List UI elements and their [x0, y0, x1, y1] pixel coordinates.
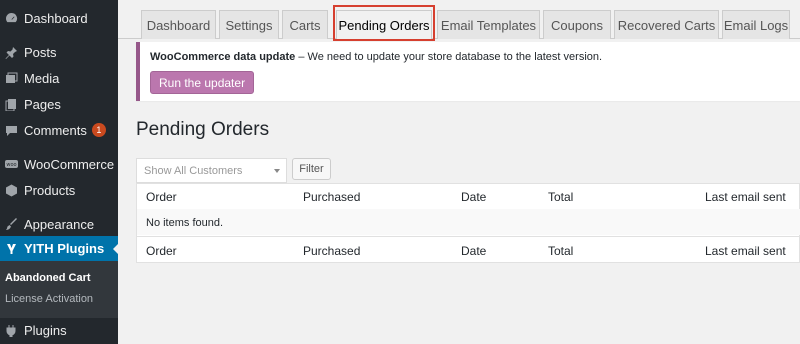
- media-icon: [5, 72, 18, 85]
- menu-label: Media: [24, 70, 60, 86]
- run-updater-button[interactable]: Run the updater: [150, 71, 255, 94]
- nav-tabs: Dashboard Settings Carts Pending Orders …: [118, 0, 800, 40]
- comment-count-badge: 1: [91, 123, 106, 137]
- menu-label: WooCommerce: [24, 156, 115, 172]
- menu-label: Posts: [24, 44, 57, 60]
- comment-icon: [5, 124, 18, 137]
- menu-item-dashboard[interactable]: Dashboard: [0, 5, 118, 31]
- submenu-item-abandoned-cart[interactable]: Abandoned Cart: [5, 272, 91, 284]
- yith-submenu: [0, 261, 118, 318]
- column-header-order[interactable]: Order: [146, 190, 177, 204]
- menu-label: Appearance: [24, 216, 95, 232]
- menu-item-comments[interactable]: Comments 1: [0, 117, 118, 143]
- menu-item-yith-plugins[interactable]: YITH Plugins: [0, 236, 118, 261]
- column-header-total[interactable]: Total: [548, 190, 573, 204]
- menu-item-appearance[interactable]: Appearance: [0, 211, 118, 237]
- tab-coupons[interactable]: Coupons: [543, 10, 611, 39]
- submenu-item-license-activation[interactable]: License Activation: [5, 293, 93, 305]
- column-footer-last-email-sent[interactable]: Last email sent: [705, 244, 786, 258]
- update-notice: WooCommerce data update – We need to upd…: [136, 42, 800, 101]
- menu-item-pages[interactable]: Pages: [0, 91, 118, 117]
- tab-settings[interactable]: Settings: [219, 10, 279, 39]
- column-footer-purchased[interactable]: Purchased: [303, 244, 360, 258]
- menu-item-posts[interactable]: Posts: [0, 39, 118, 65]
- menu-item-plugins[interactable]: Plugins: [0, 317, 118, 343]
- column-footer-date[interactable]: Date: [461, 244, 486, 258]
- page-title: Pending Orders: [136, 119, 270, 140]
- column-header-last-email-sent[interactable]: Last email sent: [705, 190, 786, 204]
- notice-text: – We need to update your store database …: [295, 51, 603, 63]
- orders-table: Order Purchased Date Total Last email se…: [136, 183, 800, 263]
- table-row: [137, 209, 800, 235]
- empty-message: No items found.: [146, 217, 224, 229]
- menu-label: Comments: [24, 122, 87, 138]
- tab-email-logs[interactable]: Email Logs: [722, 10, 790, 39]
- plug-icon: [5, 324, 18, 337]
- box-icon: [5, 184, 18, 197]
- filter-button[interactable]: Filter: [292, 158, 331, 180]
- menu-label: YITH Plugins: [24, 241, 105, 256]
- svg-text:woo: woo: [6, 162, 16, 168]
- notice-message: WooCommerce data update – We need to upd…: [150, 51, 602, 63]
- woocommerce-icon: woo: [5, 158, 18, 171]
- menu-item-woocommerce[interactable]: woo WooCommerce: [0, 151, 118, 177]
- dashboard-icon: [5, 12, 18, 25]
- brush-icon: [5, 217, 18, 231]
- pin-icon: [5, 46, 18, 59]
- menu-label: Dashboard: [24, 10, 88, 26]
- tab-pending-orders[interactable]: Pending Orders: [336, 10, 432, 40]
- yith-icon: [5, 242, 18, 255]
- menu-label: Products: [24, 182, 76, 198]
- menu-item-products[interactable]: Products: [0, 177, 118, 203]
- tab-carts[interactable]: Carts: [282, 10, 328, 39]
- customer-select-value: Show All Customers: [144, 164, 243, 177]
- footer-divider: [137, 236, 800, 237]
- column-header-purchased[interactable]: Purchased: [303, 190, 360, 204]
- chevron-down-icon: [274, 169, 280, 173]
- column-footer-total[interactable]: Total: [548, 244, 573, 258]
- customer-select[interactable]: Show All Customers: [136, 158, 287, 183]
- column-footer-order[interactable]: Order: [146, 244, 177, 258]
- admin-sidebar: Dashboard Posts Media Pages Comments 1 w…: [0, 0, 118, 344]
- menu-item-media[interactable]: Media: [0, 65, 118, 91]
- menu-label: Plugins: [24, 322, 67, 338]
- tab-dashboard[interactable]: Dashboard: [141, 10, 216, 39]
- menu-label: Pages: [24, 96, 61, 112]
- pages-icon: [5, 98, 18, 111]
- tab-recovered-carts[interactable]: Recovered Carts: [614, 10, 719, 39]
- notice-title: WooCommerce data update: [150, 51, 296, 63]
- tab-email-templates[interactable]: Email Templates: [437, 10, 540, 39]
- column-header-date[interactable]: Date: [461, 190, 486, 204]
